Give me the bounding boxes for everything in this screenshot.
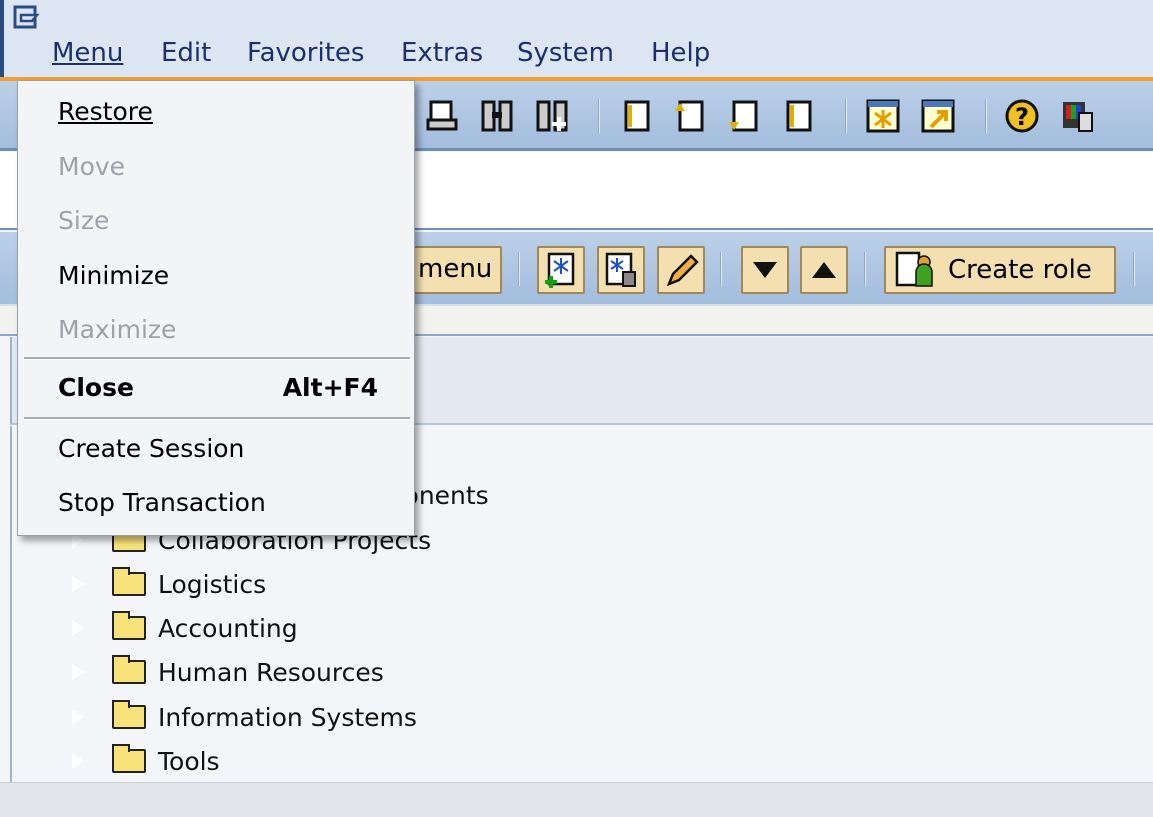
separator — [518, 252, 520, 286]
menu-system[interactable]: System — [517, 38, 614, 68]
separator — [720, 252, 722, 286]
tree-item-label: Tools — [158, 746, 220, 776]
triangle-up-icon — [812, 262, 836, 278]
tree-item[interactable]: Human Resources — [70, 652, 384, 692]
expand-icon[interactable] — [70, 662, 84, 682]
first-page-icon[interactable] — [618, 99, 652, 133]
triangle-down-icon — [753, 262, 777, 278]
next-page-icon[interactable] — [726, 99, 760, 133]
expand-icon[interactable] — [70, 618, 84, 638]
create-role-label: Create role — [948, 255, 1092, 285]
separator — [845, 99, 847, 133]
close-shortcut: Alt+F4 — [282, 373, 378, 402]
expand-icon[interactable] — [70, 574, 84, 594]
folder-icon — [112, 655, 146, 684]
menu-item-restore[interactable]: Restore — [58, 97, 153, 126]
separator — [864, 252, 866, 286]
find-icon[interactable] — [480, 99, 514, 133]
tree-item-label: Logistics — [158, 569, 267, 599]
window-menu-icon[interactable] — [12, 4, 42, 32]
role-icon — [895, 251, 933, 287]
create-session-icon[interactable] — [866, 99, 900, 133]
add-favorite-button[interactable] — [537, 246, 585, 294]
menu-separator — [24, 417, 410, 420]
tree-item[interactable]: Logistics — [70, 564, 267, 604]
menu-item-close[interactable]: Close Alt+F4 — [58, 373, 378, 402]
pencil-icon — [666, 254, 699, 287]
menu-item-maximize: Maximize — [58, 315, 177, 344]
previous-page-icon[interactable] — [672, 99, 706, 133]
separator — [1133, 252, 1135, 286]
delete-favorite-button[interactable] — [597, 246, 645, 294]
layout-icon[interactable] — [1060, 99, 1094, 133]
menu-separator — [24, 357, 410, 360]
tree-item[interactable]: Accounting — [70, 608, 298, 648]
last-page-icon[interactable] — [780, 99, 814, 133]
folder-icon — [112, 611, 146, 640]
menu-help[interactable]: Help — [651, 38, 710, 68]
move-up-button[interactable] — [800, 246, 848, 294]
menu-button-label: menu — [418, 254, 493, 284]
menu-item-create-session[interactable]: Create Session — [58, 434, 244, 463]
menu-item-minimize[interactable]: Minimize — [58, 261, 169, 290]
svg-text:?: ? — [1015, 103, 1029, 131]
help-icon[interactable]: ? — [1005, 99, 1039, 133]
tree-item-label: Accounting — [158, 613, 298, 643]
expand-icon[interactable] — [70, 751, 84, 771]
folder-icon — [112, 744, 146, 773]
tree-item[interactable]: Tools — [70, 741, 220, 781]
separator — [598, 99, 600, 133]
status-bar — [0, 782, 1153, 817]
menu-item-move: Move — [58, 152, 126, 181]
add-favorite-icon — [545, 252, 575, 288]
tree-item[interactable]: Information Systems — [70, 697, 417, 737]
folder-icon — [112, 567, 146, 596]
find-next-icon[interactable] — [535, 99, 569, 133]
move-down-button[interactable] — [741, 246, 789, 294]
expand-icon[interactable] — [70, 707, 84, 727]
tree-item-label: Human Resources — [158, 657, 384, 687]
menu-extras[interactable]: Extras — [401, 38, 483, 68]
window-menu-dropdown: Restore Move Size Minimize Maximize Clos… — [17, 80, 415, 536]
shortcut-icon[interactable] — [921, 99, 955, 133]
print-icon[interactable] — [425, 99, 459, 133]
create-role-button[interactable]: Create role — [884, 246, 1116, 294]
menu-item-size: Size — [58, 206, 110, 235]
close-label: Close — [58, 373, 134, 402]
folder-icon — [112, 700, 146, 729]
menu-favorites[interactable]: Favorites — [247, 38, 364, 68]
delete-favorite-icon — [605, 252, 636, 287]
menu-item-stop-transaction[interactable]: Stop Transaction — [58, 488, 266, 517]
separator — [985, 99, 987, 133]
change-favorite-button[interactable] — [657, 246, 705, 294]
tree-item-label: Information Systems — [158, 702, 417, 732]
menu-menu[interactable]: Menu — [52, 38, 123, 68]
menu-edit[interactable]: Edit — [161, 38, 211, 68]
